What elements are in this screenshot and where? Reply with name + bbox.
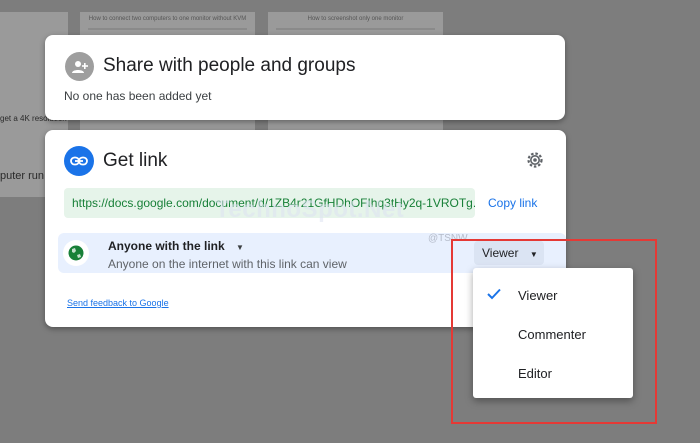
- gear-icon[interactable]: [525, 150, 545, 170]
- copy-link-button[interactable]: Copy link: [488, 196, 537, 210]
- get-link-title: Get link: [103, 150, 168, 171]
- access-dropdown[interactable]: Anyone with the link ▼: [108, 239, 244, 253]
- add-person-icon[interactable]: [65, 52, 94, 81]
- background-fragment: puter run: [0, 170, 45, 182]
- background-page-title: How to screenshot only one monitor: [307, 16, 404, 22]
- globe-icon: [63, 240, 89, 266]
- role-dropdown-button[interactable]: Viewer ▼: [474, 241, 544, 265]
- menu-item-commenter[interactable]: Commenter: [473, 315, 633, 353]
- dropdown-caret-icon: ▼: [529, 250, 538, 259]
- menu-item-label: Editor: [518, 366, 552, 381]
- link-icon: [64, 146, 94, 176]
- access-description: Anyone on the internet with this link ca…: [108, 257, 347, 271]
- role-menu: Viewer Commenter Editor: [473, 268, 633, 398]
- share-subtitle: No one has been added yet: [64, 89, 212, 103]
- access-title: Anyone with the link: [108, 239, 225, 253]
- role-label: Viewer: [482, 246, 519, 260]
- send-feedback-link[interactable]: Send feedback to Google: [67, 298, 169, 308]
- menu-item-editor[interactable]: Editor: [473, 354, 633, 392]
- menu-item-viewer[interactable]: Viewer: [473, 276, 633, 314]
- menu-item-label: Commenter: [518, 327, 586, 342]
- watermark: TechnoSpot.Net: [215, 196, 405, 223]
- dropdown-caret-icon: ▼: [236, 243, 244, 252]
- checkmark-icon: [487, 288, 501, 300]
- background-page-title: How to connect two computers to one moni…: [88, 16, 247, 22]
- menu-item-label: Viewer: [518, 288, 558, 303]
- share-with-people-panel: Share with people and groups No one has …: [45, 35, 565, 120]
- share-title: Share with people and groups: [103, 55, 356, 76]
- watermark-tag: @TSNW: [428, 233, 468, 244]
